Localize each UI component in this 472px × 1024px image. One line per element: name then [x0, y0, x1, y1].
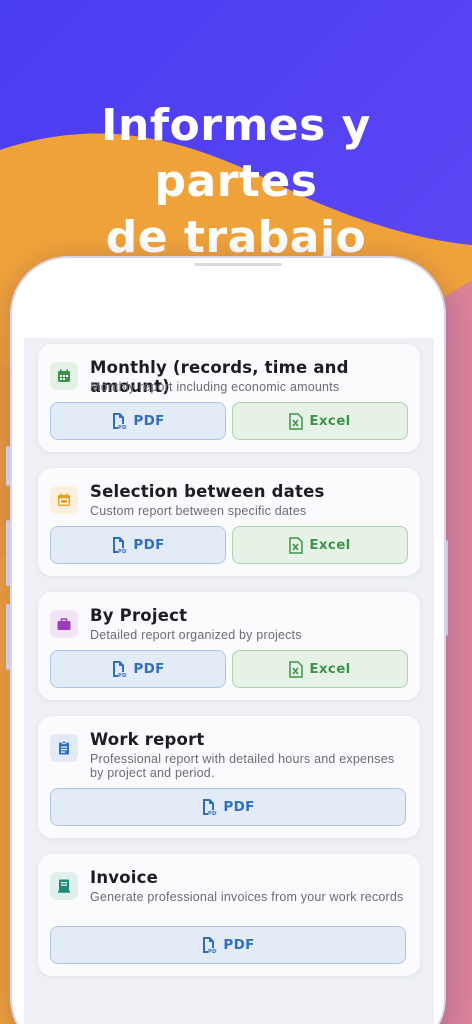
export-pdf-button[interactable]: PDF PDF	[50, 650, 226, 688]
report-card-date-range: Selection between dates Custom report be…	[38, 468, 420, 576]
pdf-file-icon: PDF	[113, 537, 127, 554]
pdf-file-icon: PDF	[203, 937, 217, 954]
report-title: Invoice	[90, 868, 159, 887]
report-title: By Project	[90, 606, 188, 625]
report-description: Detailed report organized by projects	[90, 628, 302, 642]
calendar-month-icon	[50, 362, 78, 390]
briefcase-icon	[50, 610, 78, 638]
report-description: Generate professional invoices from your…	[90, 890, 404, 904]
report-description: Monthly report including economic amount…	[90, 380, 340, 394]
report-card-monthly: Monthly (records, time and amount) Month…	[38, 344, 420, 452]
svg-text:PDF: PDF	[118, 549, 127, 554]
invoice-icon	[50, 872, 78, 900]
excel-label: Excel	[309, 413, 351, 429]
export-pdf-button[interactable]: PDF PDF	[50, 526, 226, 564]
page-headline: Informes y partes de trabajo	[0, 98, 472, 266]
excel-file-icon	[289, 412, 304, 430]
report-title: Selection between dates	[90, 482, 325, 501]
report-card-invoice: Invoice Generate professional invoices f…	[38, 854, 420, 976]
svg-text:PDF: PDF	[118, 425, 127, 430]
pdf-label: PDF	[223, 937, 255, 953]
pdf-label: PDF	[133, 537, 165, 553]
svg-text:PDF: PDF	[208, 949, 217, 954]
export-excel-button[interactable]: Excel	[232, 526, 408, 564]
export-pdf-button[interactable]: PDF PDF	[50, 926, 406, 964]
phone-frame: Monthly (records, time and amount) Month…	[10, 256, 446, 1024]
excel-file-icon	[289, 536, 304, 554]
report-card-work-report: Work report Professional report with det…	[38, 716, 420, 838]
excel-label: Excel	[309, 661, 351, 677]
excel-label: Excel	[309, 537, 351, 553]
report-description: Custom report between specific dates	[90, 504, 307, 518]
svg-text:PDF: PDF	[208, 811, 217, 816]
phone-speaker	[194, 263, 282, 266]
pdf-file-icon: PDF	[113, 661, 127, 678]
clipboard-icon	[50, 734, 78, 762]
reports-screen: Monthly (records, time and amount) Month…	[24, 338, 434, 1024]
pdf-label: PDF	[223, 799, 255, 815]
export-pdf-button[interactable]: PDF PDF	[50, 402, 226, 440]
svg-text:PDF: PDF	[118, 673, 127, 678]
report-card-by-project: By Project Detailed report organized by …	[38, 592, 420, 700]
pdf-file-icon: PDF	[203, 799, 217, 816]
pdf-label: PDF	[133, 413, 165, 429]
headline-line-1: Informes y partes	[101, 100, 371, 207]
pdf-label: PDF	[133, 661, 165, 677]
export-excel-button[interactable]: Excel	[232, 650, 408, 688]
export-excel-button[interactable]: Excel	[232, 402, 408, 440]
report-title: Work report	[90, 730, 205, 749]
excel-file-icon	[289, 660, 304, 678]
export-pdf-button[interactable]: PDF PDF	[50, 788, 406, 826]
calendar-range-icon	[50, 486, 78, 514]
report-description: Professional report with detailed hours …	[90, 752, 395, 780]
pdf-file-icon: PDF	[113, 413, 127, 430]
